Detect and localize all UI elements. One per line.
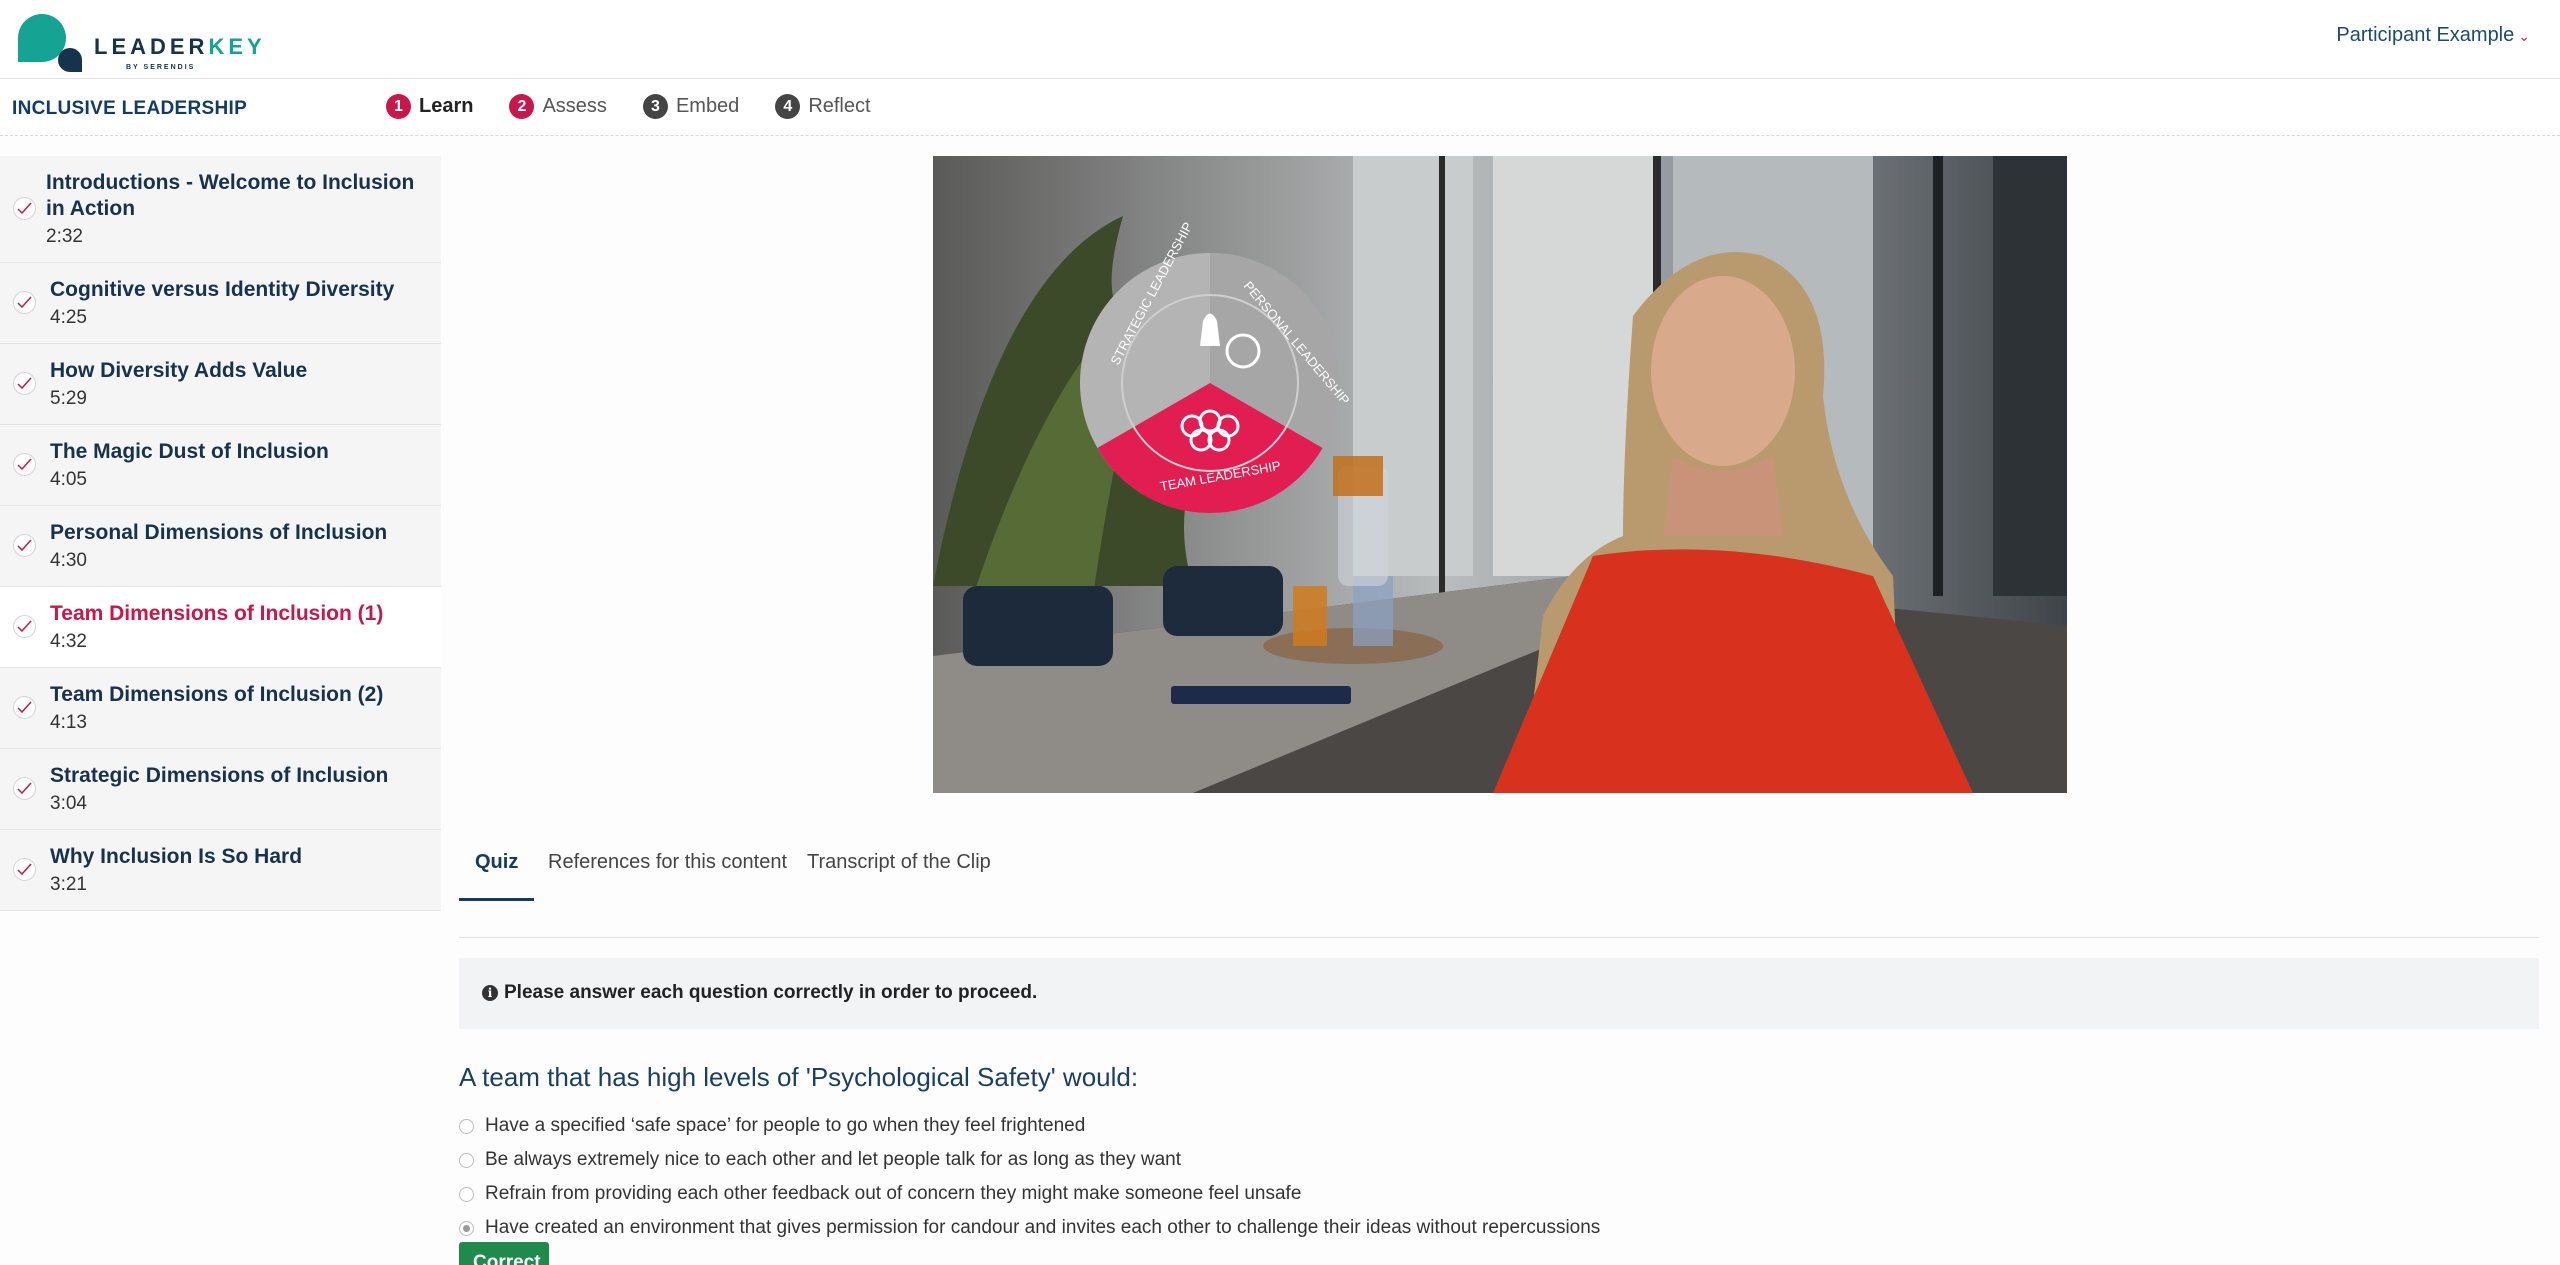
top-header: LEADERKEY BY SERENDIS Participant Exampl… [0,0,2560,79]
video-frame-image: STRATEGIC LEADERSHIP PERSONAL LEADERSHIP… [933,156,2067,793]
step-embed[interactable]: 3 Embed [642,94,740,119]
completed-check-icon [13,858,36,881]
lesson-title: Personal Dimensions of Inclusion [50,521,388,544]
option-label: Be always extremely nice to each other a… [485,1149,1182,1170]
correct-button[interactable]: Correct [459,1242,549,1265]
completed-check-icon [13,372,36,395]
leaderkey-logo[interactable]: LEADERKEY BY SERENDIS [16,14,262,76]
lesson-duration: 4:13 [50,712,87,733]
quiz-option[interactable]: Be always extremely nice to each other a… [459,1143,1600,1177]
quiz-question: A team that has high levels of 'Psycholo… [459,1062,1139,1092]
radio-button[interactable] [459,1152,474,1168]
quiz-info-alert: i Please answer each question correctly i… [459,958,2539,1029]
quiz-options: Have a specified ‘safe space’ for people… [459,1109,1600,1245]
step-reflect[interactable]: 4 Reflect [775,94,871,119]
video-player[interactable]: STRATEGIC LEADERSHIP PERSONAL LEADERSHIP… [933,156,2067,793]
completed-check-icon [13,534,36,557]
lesson-item[interactable]: Personal Dimensions of Inclusion 4:30 [0,506,441,587]
completed-check-icon [13,197,36,220]
lesson-title: Team Dimensions of Inclusion (2) [50,683,384,706]
lesson-title: Team Dimensions of Inclusion (1) [50,602,384,625]
lesson-duration: 5:29 [50,388,87,409]
lesson-duration: 2:32 [46,226,83,247]
radio-button[interactable] [459,1118,474,1134]
lesson-title: How Diversity Adds Value [50,359,308,382]
lesson-item[interactable]: Strategic Dimensions of Inclusion 3:04 [0,749,441,830]
lesson-item-current[interactable]: Team Dimensions of Inclusion (1) 4:32 [0,587,441,668]
lesson-item[interactable]: How Diversity Adds Value 5:29 [0,344,441,425]
step-assess[interactable]: 2 Assess [509,94,607,119]
step-learn[interactable]: 1 Learn [386,94,473,119]
step-label: Learn [419,95,474,117]
step-number-badge: 1 [386,94,411,119]
user-menu-dropdown[interactable]: Participant Example ⌄ [2336,24,2530,47]
completed-check-icon [13,615,36,638]
quiz-option[interactable]: Have a specified ‘safe space’ for people… [459,1109,1600,1143]
info-icon: i [482,985,498,1001]
lesson-duration: 4:25 [50,307,87,328]
step-number-badge: 3 [642,94,668,119]
chevron-down-icon: ⌄ [2518,28,2530,44]
completed-check-icon [13,453,36,476]
alert-text: Please answer each question correctly in… [504,982,1038,1003]
step-label: Embed [675,95,740,117]
quiz-option-selected[interactable]: Have created an environment that gives p… [459,1211,1600,1245]
logo-subtitle: BY SERENDIS [126,64,196,71]
step-number-badge: 4 [775,94,801,119]
lesson-sidebar: Introductions - Welcome to Inclusion in … [0,156,441,911]
step-number-badge: 2 [509,94,535,119]
lesson-item[interactable]: Introductions - Welcome to Inclusion in … [0,156,441,263]
completed-check-icon [13,777,36,800]
tab-quiz[interactable]: Quiz [459,851,535,901]
lesson-title: Why Inclusion Is So Hard [50,845,303,868]
lesson-item[interactable]: Cognitive versus Identity Diversity 4:25 [0,263,441,344]
logo-wordmark: LEADERKEY [94,34,266,59]
lesson-duration: 3:21 [50,874,87,895]
lesson-item[interactable]: Team Dimensions of Inclusion (2) 4:13 [0,668,441,749]
content-tabs: Quiz References for this content Transcr… [459,837,2539,938]
lesson-item[interactable]: The Magic Dust of Inclusion 4:05 [0,425,441,506]
lesson-title: The Magic Dust of Inclusion [50,440,329,463]
lesson-title: Introductions - Welcome to Inclusion in … [46,171,415,220]
lesson-title: Cognitive versus Identity Diversity [50,278,395,301]
course-subnav: INCLUSIVE LEADERSHIP 1 Learn 2 Assess 3 Emb… [0,80,2560,136]
option-label: Have a specified ‘safe space’ for people… [485,1115,1086,1136]
radio-button[interactable] [459,1186,474,1202]
quiz-option[interactable]: Refrain from providing each other feedba… [459,1177,1600,1211]
course-title: INCLUSIVE LEADERSHIP [12,98,248,119]
user-menu-label: Participant Example [2336,24,2515,46]
lesson-duration: 4:05 [50,469,87,490]
step-label: Reflect [808,95,871,117]
logo-mark-icon [18,14,82,72]
tab-transcript[interactable]: Transcript of the Clip [791,851,1007,898]
option-label: Refrain from providing each other feedba… [485,1183,1302,1204]
lesson-duration: 3:04 [50,793,87,814]
step-label: Assess [542,95,607,117]
tab-references[interactable]: References for this content [532,851,803,898]
lesson-duration: 4:30 [50,550,87,571]
completed-check-icon [13,291,36,314]
lesson-item[interactable]: Why Inclusion Is So Hard 3:21 [0,830,441,911]
radio-button-selected[interactable] [459,1220,474,1236]
option-label: Have created an environment that gives p… [485,1217,1601,1238]
step-navigation: 1 Learn 2 Assess 3 Embed 4 Reflect [386,94,871,119]
lesson-title: Strategic Dimensions of Inclusion [50,764,389,787]
lesson-duration: 4:32 [50,631,87,652]
completed-check-icon [13,696,36,719]
